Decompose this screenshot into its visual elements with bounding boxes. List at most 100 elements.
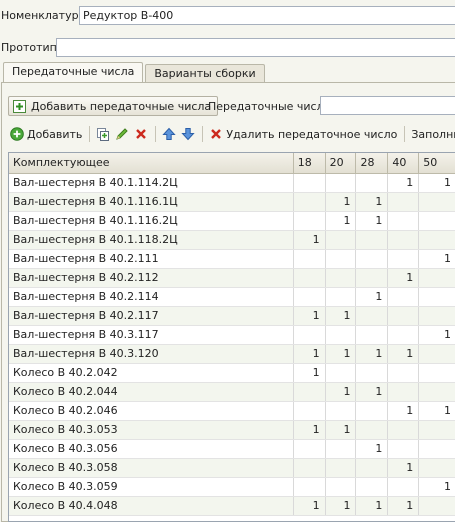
component-name-cell[interactable]: Колесо В 40.3.053 [9, 420, 294, 440]
ratio-cell[interactable] [418, 268, 455, 288]
component-name-cell[interactable]: Колесо В 40.2.044 [9, 382, 294, 402]
ratio-cell[interactable] [293, 439, 326, 459]
tab-assembly-variants[interactable]: Варианты сборки [145, 64, 265, 82]
component-name-cell[interactable]: Колесо В 40.3.058 [9, 458, 294, 478]
ratio-cell[interactable] [325, 401, 357, 421]
table-row[interactable]: Вал-шестерня В 40.2.114 1 [9, 287, 455, 307]
component-name-cell[interactable]: Вал-шестерня В 40.2.114 [9, 287, 294, 307]
ratio-cell[interactable] [293, 458, 326, 478]
ratio-cell[interactable]: 1 [355, 211, 389, 231]
ratio-cell[interactable]: 1 [325, 192, 357, 212]
component-name-cell[interactable]: Вал-шестерня В 40.1.116.2Ц [9, 211, 294, 231]
ratio-cell[interactable] [418, 458, 455, 478]
component-name-cell[interactable]: Вал-шестерня В 40.2.112 [9, 268, 294, 288]
column-header-component[interactable]: Комплектующее [9, 153, 294, 174]
component-name-cell[interactable]: Колесо В 40.4.048 [9, 496, 294, 516]
ratio-cell[interactable]: 1 [355, 344, 389, 364]
ratio-cell[interactable] [325, 439, 357, 459]
component-name-cell[interactable]: Колесо В 40.2.042 [9, 363, 294, 383]
ratio-cell[interactable] [293, 477, 326, 497]
ratio-cell[interactable] [325, 249, 357, 269]
edit-button[interactable] [115, 127, 129, 141]
table-row[interactable]: Вал-шестерня В 40.2.112 1 [9, 268, 455, 288]
ratio-cell[interactable]: 1 [293, 363, 326, 383]
add-ratios-button[interactable]: Добавить передаточные числа [8, 96, 219, 116]
column-header-ratio[interactable]: 18 [293, 153, 326, 174]
table-row[interactable]: Вал-шестерня В 40.1.116.2Ц 1 1 [9, 211, 455, 231]
table-row[interactable]: Вал-шестерня В 40.1.116.1Ц 1 1 [9, 192, 455, 212]
ratio-cell[interactable] [418, 192, 455, 212]
table-row[interactable]: Колесо В 40.3.058 1 [9, 458, 455, 478]
ratio-cell[interactable] [355, 173, 389, 193]
ratio-cell[interactable] [387, 382, 420, 402]
ratio-cell[interactable]: 1 [387, 268, 420, 288]
table-row[interactable]: Вал-шестерня В 40.1.114.2Ц 1 1 [9, 173, 455, 193]
delete-button[interactable] [134, 127, 148, 141]
ratio-cell[interactable]: 1 [293, 496, 326, 516]
component-name-cell[interactable]: Колесо В 40.3.059 [9, 477, 294, 497]
component-name-cell[interactable]: Вал-шестерня В 40.3.117 [9, 325, 294, 345]
ratio-cell[interactable]: 1 [293, 420, 326, 440]
ratio-cell[interactable]: 1 [355, 496, 389, 516]
component-name-cell[interactable]: Вал-шестерня В 40.1.118.2Ц [9, 230, 294, 250]
table-row[interactable]: Колесо В 40.3.059 1 [9, 477, 455, 497]
ratio-cell[interactable]: 1 [325, 306, 357, 326]
ratio-cell[interactable] [325, 477, 357, 497]
ratio-cell[interactable] [387, 420, 420, 440]
ratio-cell[interactable] [293, 192, 326, 212]
ratio-cell[interactable] [293, 325, 326, 345]
ratio-cell[interactable] [387, 230, 420, 250]
ratio-cell[interactable] [325, 458, 357, 478]
table-row[interactable]: Вал-шестерня В 40.1.118.2Ц 1 [9, 230, 455, 250]
table-row[interactable]: Вал-шестерня В 40.3.120 1 1 1 1 [9, 344, 455, 364]
ratio-cell[interactable] [418, 344, 455, 364]
column-header-ratio[interactable]: 28 [355, 153, 389, 174]
ratio-cell[interactable]: 1 [387, 496, 420, 516]
ratio-cell[interactable] [293, 401, 326, 421]
ratio-cell[interactable] [387, 249, 420, 269]
component-name-cell[interactable]: Колесо В 40.2.046 [9, 401, 294, 421]
ratio-cell[interactable] [293, 382, 326, 402]
ratio-cell[interactable] [387, 477, 420, 497]
ratio-cell[interactable] [387, 306, 420, 326]
table-row[interactable]: Вал-шестерня В 40.3.117 1 [9, 325, 455, 345]
table-row[interactable]: Колесо В 40.3.053 1 1 [9, 420, 455, 440]
ratio-cell[interactable] [355, 420, 389, 440]
delete-ratio-button[interactable]: Удалить передаточное число [209, 127, 397, 141]
move-up-button[interactable] [162, 127, 177, 141]
column-header-ratio[interactable]: 50 [418, 153, 455, 174]
components-grid[interactable]: Комплектующее 18 20 28 40 50 Вал-шестерн… [8, 152, 455, 522]
ratio-cell[interactable] [387, 192, 420, 212]
ratio-cell[interactable] [355, 401, 389, 421]
ratio-cell[interactable]: 1 [293, 306, 326, 326]
ratio-cell[interactable]: 1 [355, 287, 389, 307]
ratio-cell[interactable]: 1 [325, 420, 357, 440]
ratio-cell[interactable]: 1 [418, 249, 455, 269]
ratio-cell[interactable] [293, 173, 326, 193]
tab-gear-ratios[interactable]: Передаточные числа [3, 62, 144, 82]
ratio-cell[interactable]: 1 [387, 401, 420, 421]
ratios-field[interactable] [320, 96, 455, 115]
copy-button[interactable] [96, 127, 110, 141]
ratio-cell[interactable] [293, 268, 326, 288]
ratio-cell[interactable] [325, 173, 357, 193]
ratio-cell[interactable] [325, 325, 357, 345]
component-name-cell[interactable]: Вал-шестерня В 40.3.120 [9, 344, 294, 364]
ratio-cell[interactable] [355, 325, 389, 345]
ratio-cell[interactable] [387, 287, 420, 307]
table-row[interactable]: Колесо В 40.2.044 1 1 [9, 382, 455, 402]
ratio-cell[interactable] [325, 230, 357, 250]
ratio-cell[interactable]: 1 [418, 477, 455, 497]
ratio-cell[interactable] [418, 230, 455, 250]
ratio-cell[interactable] [355, 477, 389, 497]
column-header-ratio[interactable]: 40 [387, 153, 420, 174]
ratio-cell[interactable]: 1 [325, 344, 357, 364]
ratio-cell[interactable] [355, 230, 389, 250]
ratio-cell[interactable] [418, 363, 455, 383]
ratio-cell[interactable]: 1 [293, 344, 326, 364]
ratio-cell[interactable] [418, 420, 455, 440]
table-row[interactable]: Вал-шестерня В 40.2.117 1 1 [9, 306, 455, 326]
ratio-cell[interactable]: 1 [387, 173, 420, 193]
nomenclature-field[interactable] [79, 6, 455, 25]
ratio-cell[interactable]: 1 [418, 325, 455, 345]
